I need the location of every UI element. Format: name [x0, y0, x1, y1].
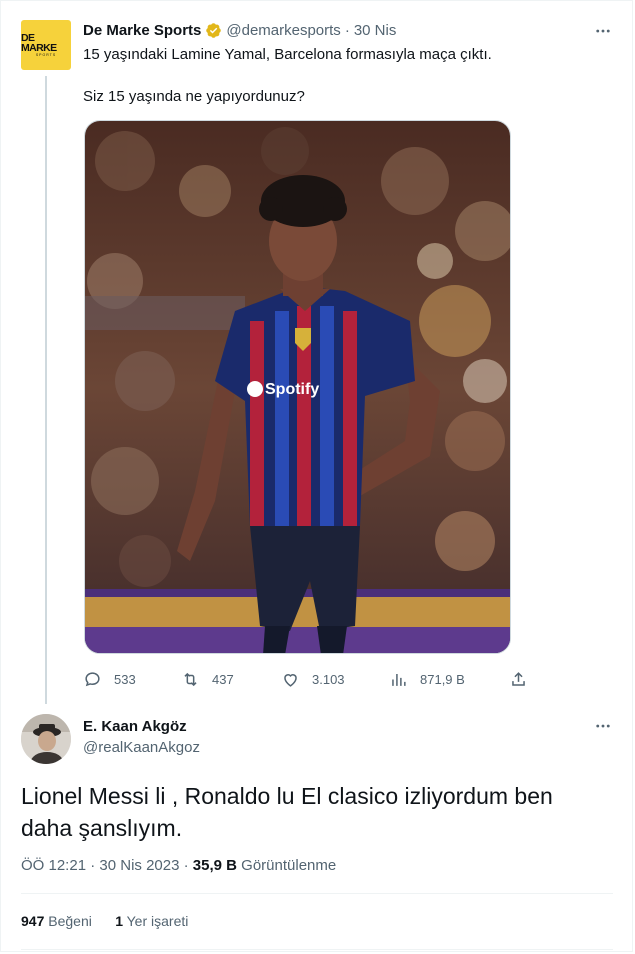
player-photo-illustration: Spotify — [85, 121, 510, 653]
parent-tweet-text-line2: Siz 15 yaşında ne yapıyordunuz? — [83, 88, 305, 105]
jersey-sponsor-text: Spotify — [265, 381, 319, 398]
divider — [21, 893, 613, 894]
more-icon[interactable] — [592, 20, 614, 42]
bookmarks-stat[interactable]: 1 Yer işareti — [115, 913, 188, 929]
bookmarks-total: 1 — [115, 913, 123, 929]
separator-dot: · — [90, 857, 96, 874]
reply-action[interactable]: 533 — [83, 668, 136, 690]
bookmarks-label: Yer işareti — [126, 913, 189, 929]
like-action[interactable]: 3.103 — [281, 668, 345, 690]
main-tweet-text: Lionel Messi li , Ronaldo lu El clasico … — [21, 780, 621, 844]
views-total: 35,9 B — [192, 857, 237, 874]
main-tweet-stats: 947 Beğeni 1 Yer işareti — [21, 913, 188, 929]
demarke-avatar[interactable]: DE MARKE SPORTS — [21, 20, 71, 70]
parent-tweet-actions: 533 437 3.103 871,9 B — [83, 668, 533, 690]
main-author-handle[interactable]: @realKaanAkgoz — [83, 739, 200, 756]
main-tweet-text-line2: daha şanslıyım. — [21, 815, 183, 841]
like-icon — [284, 673, 297, 687]
separator-dot: · — [344, 22, 350, 39]
main-tweet-text-line1: Lionel Messi li , Ronaldo lu El clasico … — [21, 783, 553, 809]
tweet-photo[interactable]: Spotify — [84, 120, 511, 654]
like-count: 3.103 — [312, 671, 345, 687]
parent-tweet-text-line1: 15 yaşındaki Lamine Yamal, Barcelona for… — [83, 46, 492, 63]
share-icon — [512, 671, 525, 686]
main-author-name[interactable]: E. Kaan Akgöz — [83, 718, 187, 735]
divider — [21, 949, 613, 950]
likes-label: Beğeni — [48, 913, 92, 929]
likes-stat[interactable]: 947 Beğeni — [21, 913, 92, 929]
retweet-count: 437 — [212, 671, 234, 687]
reply-count: 533 — [114, 671, 136, 687]
avatar-logo-text: DE MARKE — [21, 31, 57, 54]
parent-author-name[interactable]: De Marke Sports — [83, 22, 201, 39]
main-tweet-meta: ÖÖ 12:21 · 30 Nis 2023 · 35,9 B Görüntül… — [21, 857, 336, 874]
retweet-icon — [184, 672, 197, 686]
separator-dot: · — [183, 857, 189, 874]
retweet-action[interactable]: 437 — [181, 668, 234, 690]
views-icon — [392, 673, 406, 686]
views-count: 871,9 B — [420, 671, 465, 687]
avatar-photo — [21, 714, 71, 764]
tweet-date[interactable]: 30 Nis 2023 — [99, 857, 179, 874]
views-action[interactable]: 871,9 B — [389, 668, 465, 690]
reply-icon — [85, 671, 100, 686]
parent-tweet-date[interactable]: 30 Nis — [354, 22, 397, 39]
verified-badge-icon — [206, 23, 222, 38]
avatar-logo-subtext: SPORTS — [35, 52, 57, 57]
more-icon[interactable] — [592, 715, 614, 737]
tweet-time[interactable]: ÖÖ 12:21 — [21, 857, 86, 874]
likes-total: 947 — [21, 913, 45, 929]
share-action[interactable] — [509, 668, 540, 690]
parent-author-handle[interactable]: @demarkesports — [226, 22, 340, 39]
kaan-avatar[interactable] — [21, 714, 71, 764]
thread-connector-line — [45, 76, 47, 704]
views-label: Görüntülenme — [241, 857, 337, 874]
parent-tweet-header: De Marke Sports @demarkesports · 30 Nis — [83, 22, 396, 39]
